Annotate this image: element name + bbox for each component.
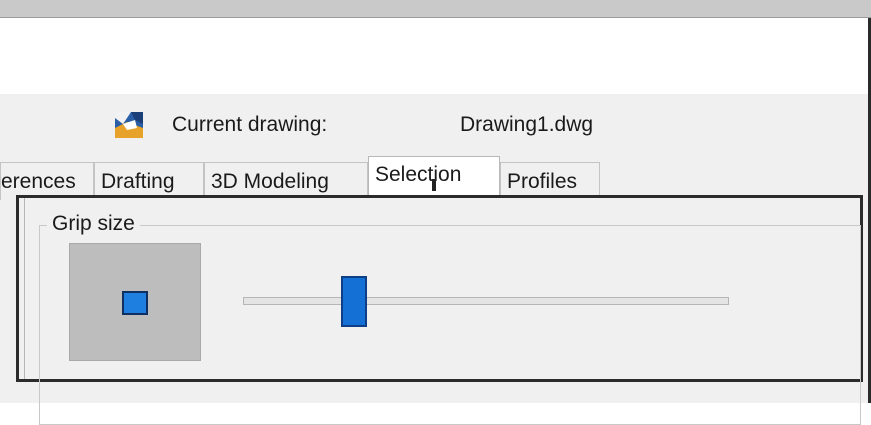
tab-pointer-marker — [432, 179, 436, 191]
selection-tab-panel: Grip size — [16, 195, 863, 425]
autocad-drawing-icon — [113, 110, 145, 140]
grip-size-preview — [69, 243, 201, 361]
current-drawing-row: Current drawing: Drawing1.dwg — [0, 110, 868, 140]
grip-size-slider-thumb[interactable] — [341, 276, 367, 327]
window-title-strip — [0, 0, 871, 18]
current-drawing-label: Current drawing: — [172, 113, 328, 136]
grip-size-title: Grip size — [47, 212, 140, 236]
grip-size-slider-track[interactable] — [243, 297, 729, 305]
panel-left-divider — [19, 198, 25, 379]
current-drawing-filename: Drawing1.dwg — [460, 113, 594, 136]
grip-preview-square — [122, 291, 148, 315]
dialog-header-area — [0, 18, 868, 94]
